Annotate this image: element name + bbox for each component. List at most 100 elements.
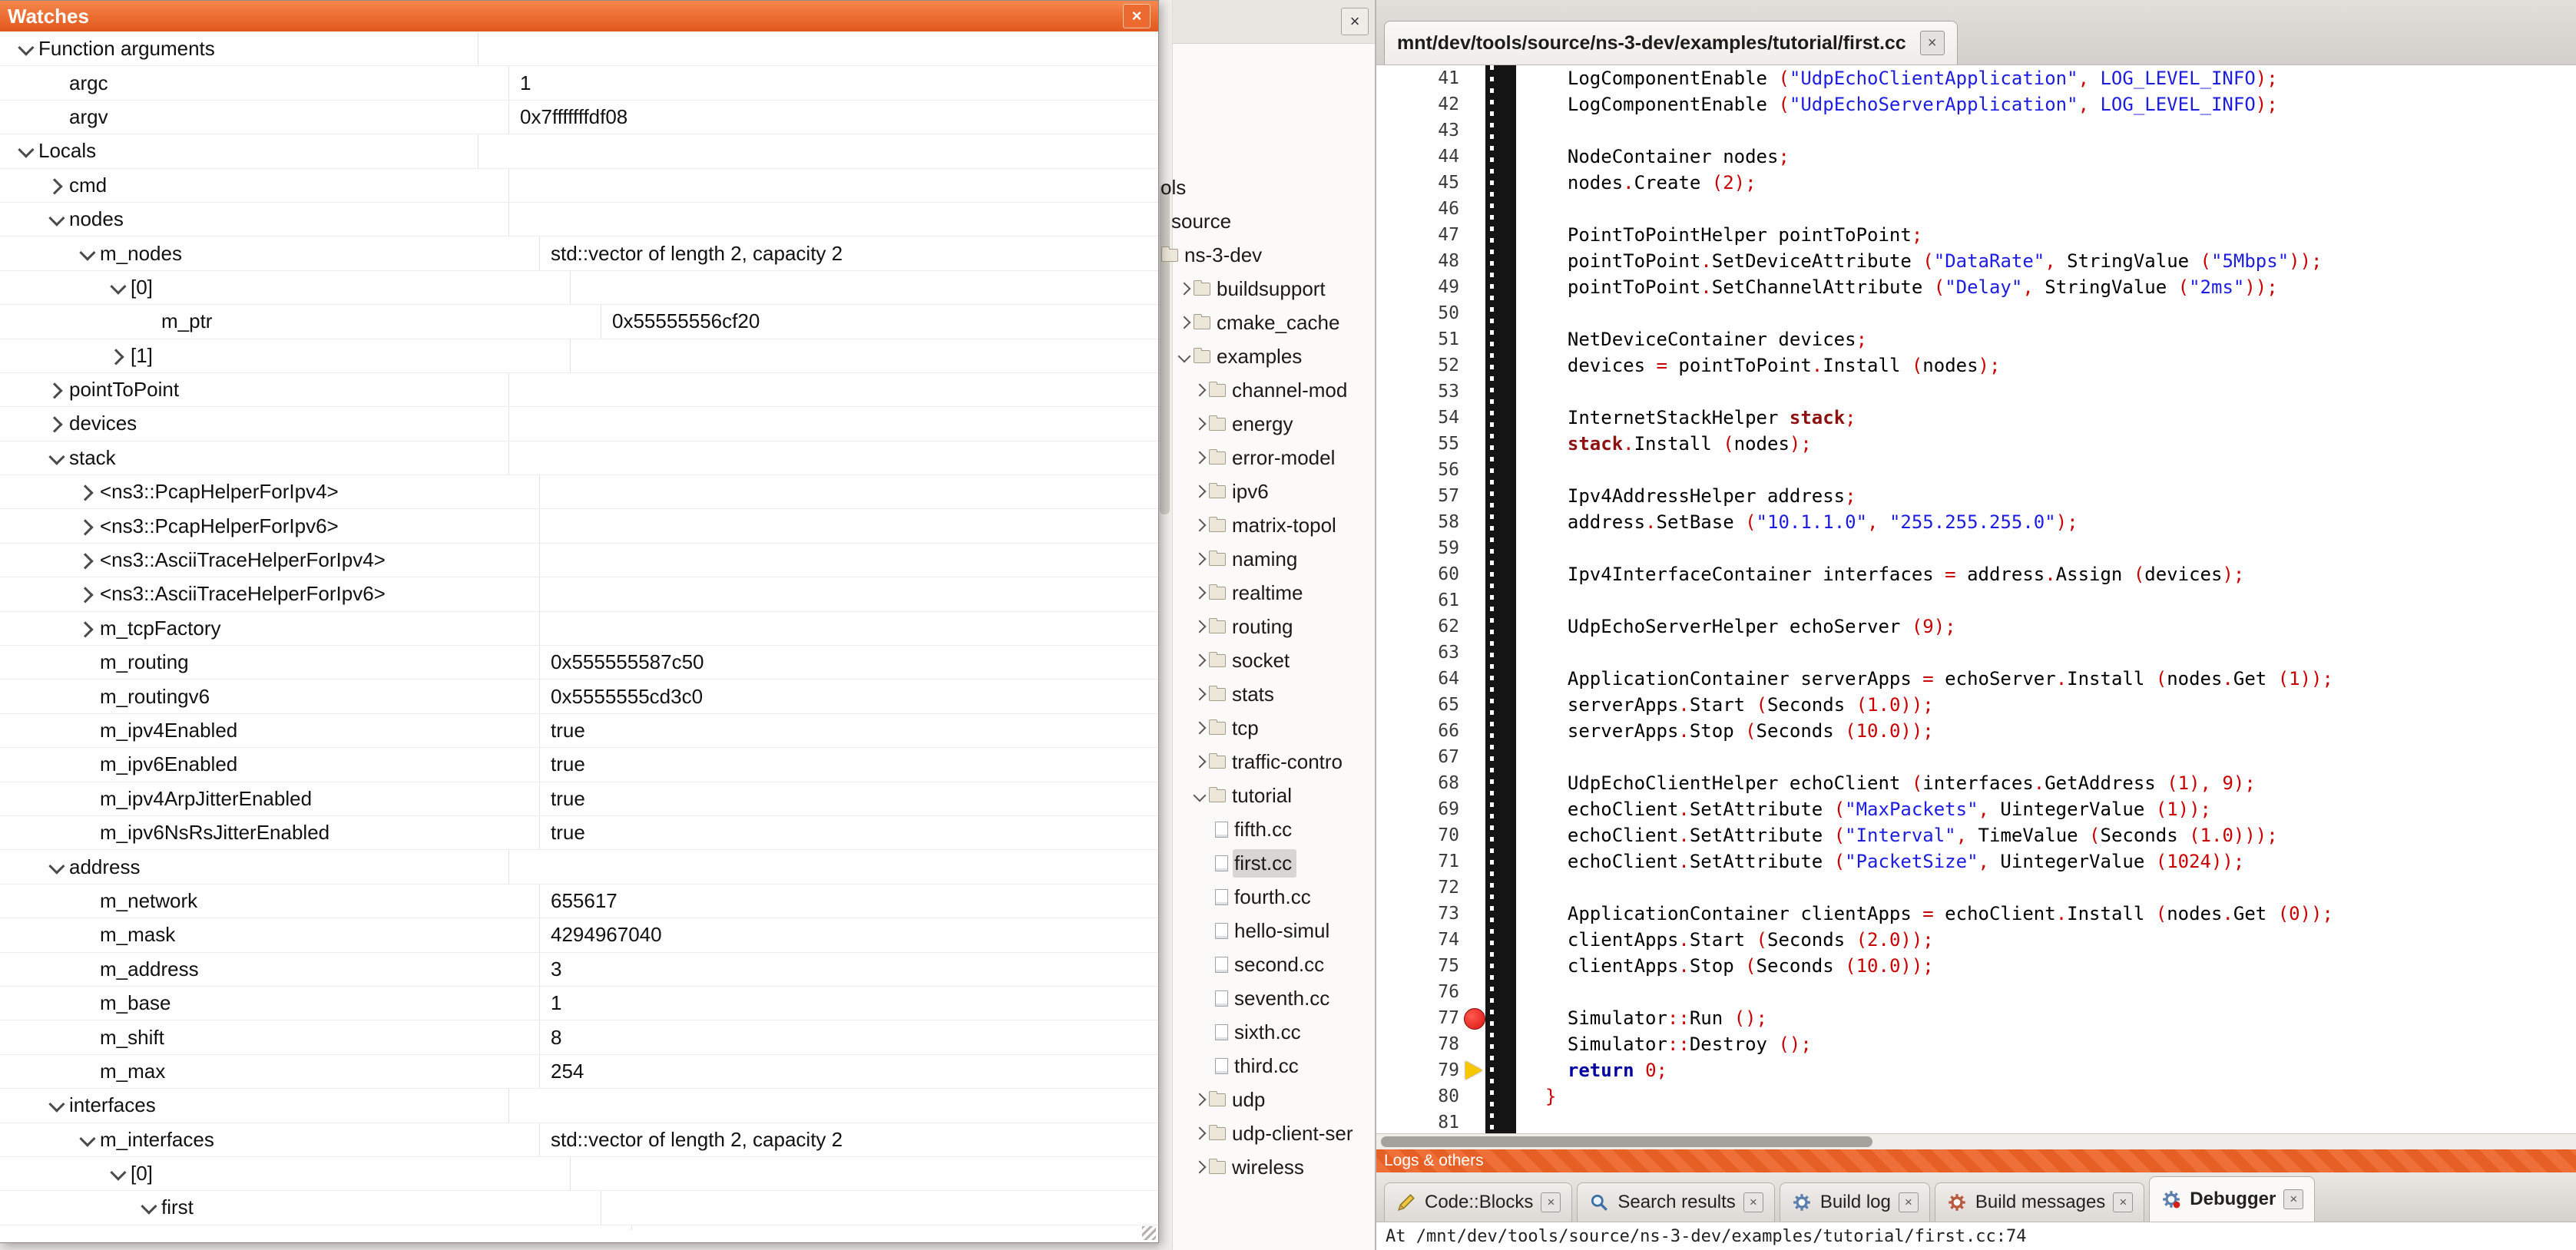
watch-row[interactable]: <ns3::PcapHelperForIpv6>: [0, 509, 1158, 543]
chevron-right-icon[interactable]: [1190, 453, 1209, 462]
code-line[interactable]: 71 echoClient.SetAttribute ("PacketSize"…: [1376, 848, 2576, 875]
chevron-right-icon[interactable]: [72, 623, 100, 634]
watch-row[interactable]: m_ipv4ArpJitterEnabledtrue: [0, 782, 1158, 816]
code-line[interactable]: 61: [1376, 587, 2576, 613]
chevron-right-icon[interactable]: [72, 486, 100, 498]
marker-margin[interactable]: [1462, 561, 1488, 587]
watch-row[interactable]: [0]: [0, 271, 1158, 305]
watch-row[interactable]: m_ptr0x55555556cf20: [0, 305, 1158, 339]
chevron-right-icon[interactable]: [1190, 723, 1209, 732]
marker-margin[interactable]: [1462, 222, 1488, 248]
marker-margin[interactable]: [1462, 170, 1488, 196]
line-number[interactable]: 77: [1376, 1005, 1462, 1031]
tree-item[interactable]: ols: [1159, 170, 1375, 204]
line-number[interactable]: 68: [1376, 770, 1462, 796]
code-line[interactable]: 50: [1376, 300, 2576, 326]
code-line[interactable]: 49 pointToPoint.SetChannelAttribute ("De…: [1376, 274, 2576, 300]
watch-row[interactable]: m_shift8: [0, 1020, 1158, 1054]
chevron-right-icon[interactable]: [72, 521, 100, 532]
marker-margin[interactable]: [1462, 692, 1488, 718]
watch-row[interactable]: [1]: [0, 339, 1158, 373]
chevron-right-icon[interactable]: [1190, 521, 1209, 530]
marker-margin[interactable]: [1462, 483, 1488, 509]
marker-margin[interactable]: [1462, 848, 1488, 875]
watch-row[interactable]: m_mask4294967040: [0, 918, 1158, 952]
watch-row[interactable]: m_network655617: [0, 885, 1158, 918]
code-line[interactable]: 44 NodeContainer nodes;: [1376, 144, 2576, 170]
watch-row[interactable]: address: [0, 850, 1158, 884]
line-number[interactable]: 45: [1376, 170, 1462, 196]
marker-margin[interactable]: [1462, 379, 1488, 405]
marker-margin[interactable]: [1462, 405, 1488, 431]
code-line[interactable]: 79 return 0;: [1376, 1057, 2576, 1083]
watch-row[interactable]: argv0x7fffffffdf08: [0, 101, 1158, 134]
code-line[interactable]: 66 serverApps.Stop (Seconds (10.0));: [1376, 718, 2576, 744]
line-number[interactable]: 48: [1376, 248, 1462, 274]
line-number[interactable]: 67: [1376, 744, 1462, 770]
line-number[interactable]: 58: [1376, 509, 1462, 535]
line-number[interactable]: 43: [1376, 117, 1462, 144]
marker-margin[interactable]: [1462, 770, 1488, 796]
line-number[interactable]: 79: [1376, 1057, 1462, 1083]
watch-row[interactable]: m_nodesstd::vector of length 2, capacity…: [0, 236, 1158, 270]
watch-row[interactable]: m_max254: [0, 1055, 1158, 1089]
chevron-down-icon[interactable]: [41, 452, 69, 464]
code-line[interactable]: 41 LogComponentEnable ("UdpEchoClientApp…: [1376, 65, 2576, 91]
line-number[interactable]: 49: [1376, 274, 1462, 300]
watch-row[interactable]: m_base1: [0, 987, 1158, 1020]
watch-row[interactable]: m_ptr0x5555555ca660: [0, 1225, 1158, 1230]
tab-close-icon[interactable]: ×: [1743, 1192, 1763, 1212]
tree-item[interactable]: fifth.cc: [1215, 812, 1375, 846]
log-tab-code-blocks[interactable]: Code::Blocks×: [1384, 1182, 1572, 1222]
chevron-right-icon[interactable]: [1190, 1162, 1209, 1172]
code-line[interactable]: 73 ApplicationContainer clientApps = ech…: [1376, 901, 2576, 927]
log-tab-search-results[interactable]: Search results×: [1577, 1182, 1774, 1222]
watch-row[interactable]: argc1: [0, 66, 1158, 100]
watch-row[interactable]: m_ipv4Enabledtrue: [0, 714, 1158, 748]
chevron-right-icon[interactable]: [1190, 1129, 1209, 1138]
line-number[interactable]: 52: [1376, 352, 1462, 379]
chevron-right-icon[interactable]: [1190, 1095, 1209, 1104]
code-line[interactable]: 70 echoClient.SetAttribute ("Interval", …: [1376, 822, 2576, 848]
line-number[interactable]: 42: [1376, 91, 1462, 117]
tree-item[interactable]: tutorial: [1190, 779, 1375, 812]
marker-margin[interactable]: [1462, 352, 1488, 379]
tree-item[interactable]: third.cc: [1215, 1049, 1375, 1083]
tree-item[interactable]: second.cc: [1215, 947, 1375, 981]
chevron-down-icon[interactable]: [103, 282, 131, 293]
code-line[interactable]: 74 clientApps.Start (Seconds (2.0));: [1376, 927, 2576, 953]
code-line[interactable]: 63: [1376, 640, 2576, 666]
code-line[interactable]: 65 serverApps.Start (Seconds (1.0));: [1376, 692, 2576, 718]
chevron-down-icon[interactable]: [41, 1100, 69, 1111]
code-line[interactable]: 76: [1376, 979, 2576, 1005]
marker-margin[interactable]: [1462, 796, 1488, 822]
code-line[interactable]: 54 InternetStackHelper stack;: [1376, 405, 2576, 431]
marker-margin[interactable]: [1462, 1057, 1488, 1083]
line-number[interactable]: 60: [1376, 561, 1462, 587]
line-number[interactable]: 64: [1376, 666, 1462, 692]
chevron-right-icon[interactable]: [1190, 487, 1209, 496]
breakpoint-icon[interactable]: [1464, 1008, 1485, 1030]
watch-row[interactable]: interfaces: [0, 1089, 1158, 1123]
watches-resize-grip[interactable]: [1142, 1226, 1156, 1240]
tree-item[interactable]: wireless: [1190, 1150, 1375, 1184]
tree-item[interactable]: channel-mod: [1190, 373, 1375, 407]
line-number[interactable]: 80: [1376, 1083, 1462, 1109]
line-number[interactable]: 62: [1376, 613, 1462, 640]
chevron-right-icon[interactable]: [1175, 284, 1194, 293]
code-line[interactable]: 57 Ipv4AddressHelper address;: [1376, 483, 2576, 509]
tab-close-icon[interactable]: ×: [1899, 1192, 1919, 1212]
line-number[interactable]: 69: [1376, 796, 1462, 822]
marker-margin[interactable]: [1462, 300, 1488, 326]
chevron-right-icon[interactable]: [1190, 588, 1209, 597]
code-line[interactable]: 75 clientApps.Stop (Seconds (10.0));: [1376, 953, 2576, 979]
watch-row[interactable]: m_tcpFactory: [0, 612, 1158, 646]
marker-margin[interactable]: [1462, 718, 1488, 744]
marker-margin[interactable]: [1462, 1005, 1488, 1031]
editor-horizontal-scrollbar-thumb[interactable]: [1381, 1136, 1872, 1147]
marker-margin[interactable]: [1462, 91, 1488, 117]
line-number[interactable]: 66: [1376, 718, 1462, 744]
marker-margin[interactable]: [1462, 1109, 1488, 1134]
watch-row[interactable]: stack: [0, 441, 1158, 475]
tree-item[interactable]: routing: [1190, 610, 1375, 643]
